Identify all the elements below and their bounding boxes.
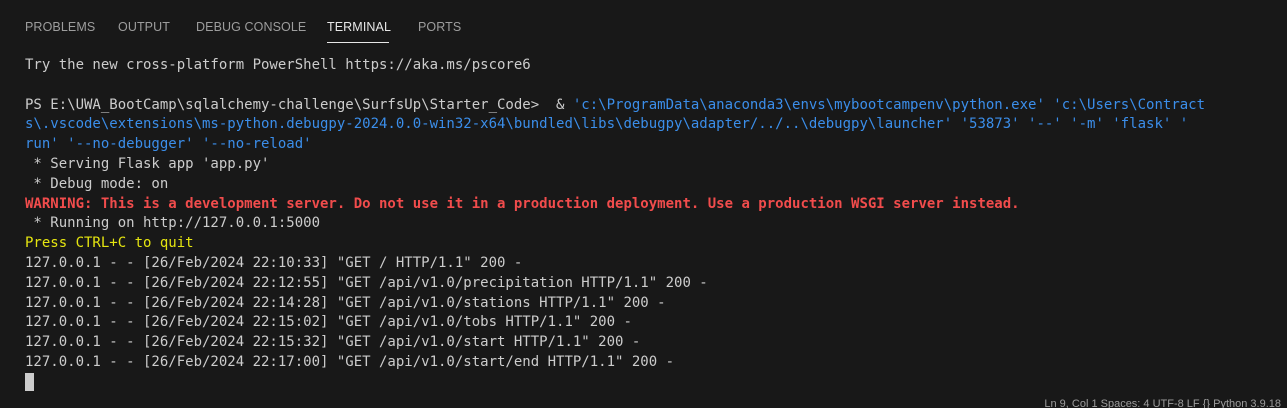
terminal-line-debug-mode: * Debug mode: on (25, 175, 169, 192)
terminal-cursor (25, 372, 34, 391)
log-line: 127.0.0.1 - - [26/Feb/2024 22:15:32] "GE… (25, 334, 641, 351)
tab-ports[interactable]: PORTS (418, 20, 461, 34)
log-line: 127.0.0.1 - - [26/Feb/2024 22:14:28] "GE… (25, 294, 666, 311)
status-bar: Ln 9, Col 1 Spaces: 4 UTF-8 LF {} Python… (0, 396, 1287, 408)
log-line: 127.0.0.1 - - [26/Feb/2024 22:10:33] "GE… (25, 254, 523, 271)
tab-debug-console[interactable]: DEBUG CONSOLE (196, 20, 306, 34)
terminal-line-warning: WARNING: This is a development server. D… (25, 195, 1020, 212)
active-tab-indicator (327, 42, 389, 43)
terminal-cursor-line (25, 372, 1287, 393)
terminal-command-args-1: 'c:\ProgramData\anaconda3\envs\mybootcam… (572, 96, 1206, 113)
log-line: 127.0.0.1 - - [26/Feb/2024 22:17:00] "GE… (25, 353, 675, 370)
terminal-line-serving: * Serving Flask app 'app.py' (25, 155, 270, 172)
log-line: 127.0.0.1 - - [26/Feb/2024 22:12:55] "GE… (25, 274, 708, 291)
terminal-line-quit-hint: Press CTRL+C to quit (25, 235, 194, 252)
panel-tab-bar: PROBLEMS OUTPUT DEBUG CONSOLE TERMINAL P… (0, 0, 1287, 50)
terminal-command-args-2: s\.vscode\extensions\ms-python.debugpy-2… (25, 116, 1189, 133)
terminal-prompt: PS E:\UWA_BootCamp\sqlalchemy-challenge\… (25, 96, 573, 113)
log-line: 127.0.0.1 - - [26/Feb/2024 22:15:02] "GE… (25, 314, 632, 331)
tab-output[interactable]: OUTPUT (118, 20, 170, 34)
tab-terminal[interactable]: TERMINAL (327, 20, 391, 34)
terminal-line-running: * Running on http://127.0.0.1:5000 (25, 215, 321, 232)
status-bar-text[interactable]: Ln 9, Col 1 Spaces: 4 UTF-8 LF {} Python… (1044, 398, 1281, 408)
tab-problems[interactable]: PROBLEMS (25, 20, 95, 34)
terminal-line-command: PS E:\UWA_BootCamp\sqlalchemy-challenge\… (25, 96, 1287, 116)
terminal-output[interactable]: Try the new cross-platform PowerShell ht… (25, 56, 1287, 396)
terminal-line-notice: Try the new cross-platform PowerShell ht… (25, 57, 531, 73)
terminal-command-args-3: run' '--no-debugger' '--no-reload' (25, 136, 312, 153)
